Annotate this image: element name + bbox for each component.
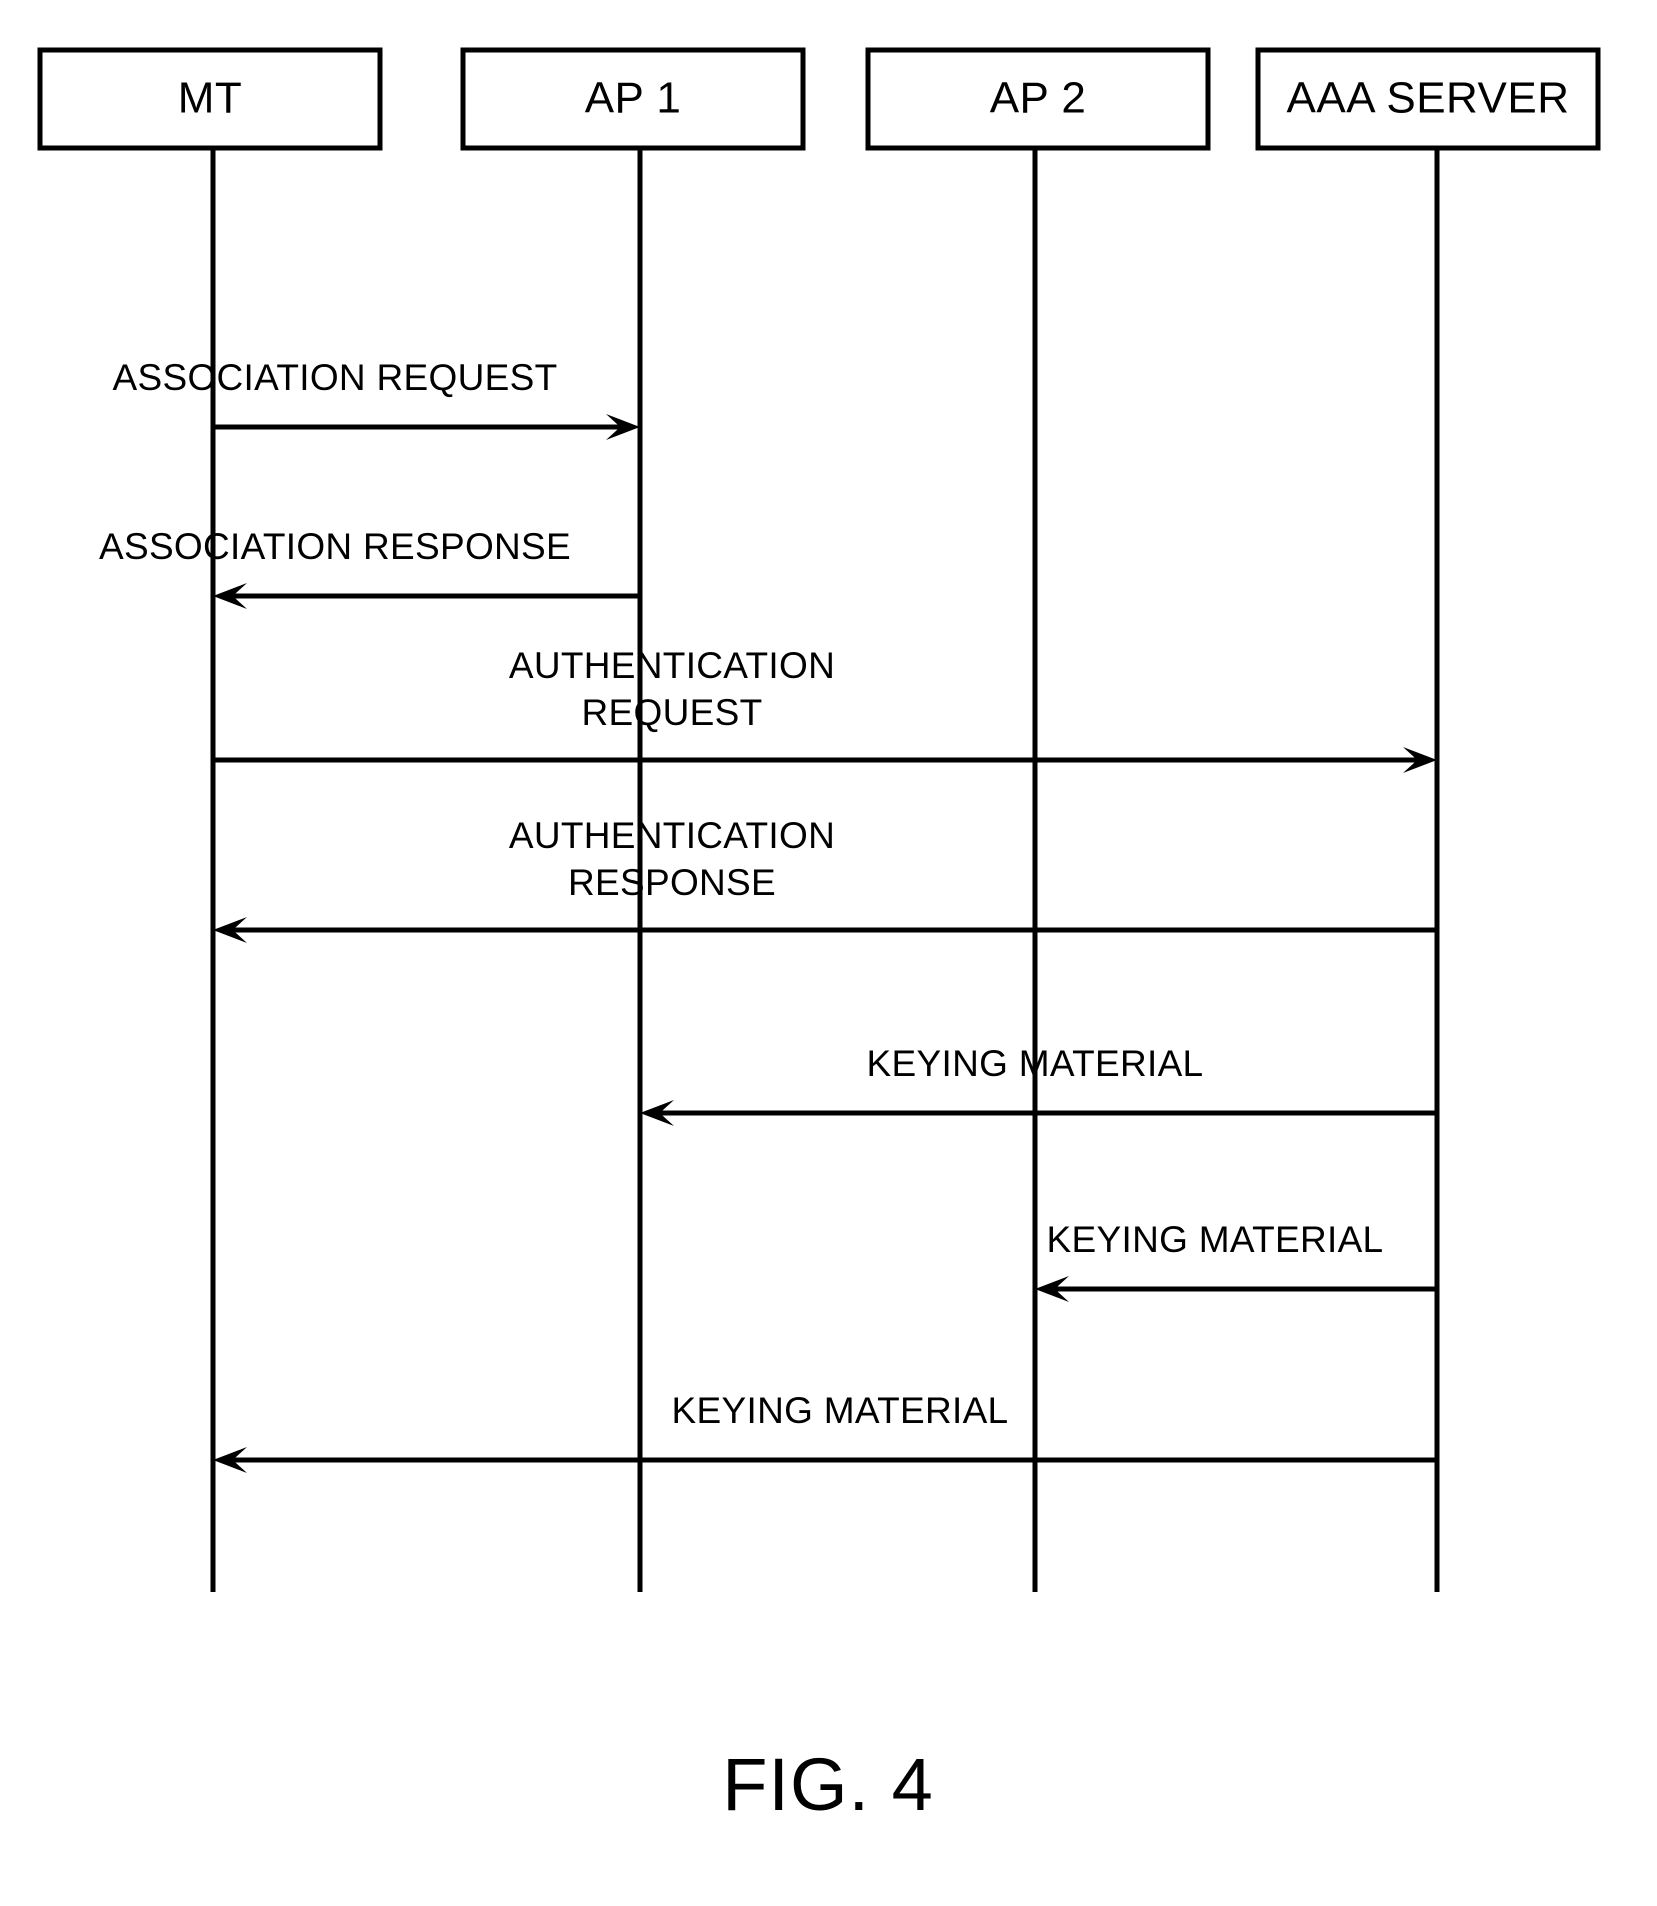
message-arrows: ASSOCIATION REQUEST ASSOCIATION RESPONSE A…: [99, 357, 1437, 1473]
lane-headers: MT AP 1 AP 2 AAA SERVER: [37, 47, 1601, 151]
lane-header-mt: MT: [37, 47, 383, 151]
message-label-authentication-response-line2: RESPONSE: [568, 862, 776, 903]
message-association-request: ASSOCIATION REQUEST: [113, 357, 640, 440]
message-label-authentication-request-line2: REQUEST: [582, 692, 763, 733]
message-label-keying-material-aaa-to-ap2: KEYING MATERIAL: [1047, 1219, 1384, 1260]
lane-label-mt: MT: [178, 74, 243, 123]
message-authentication-response: AUTHENTICATION RESPONSE: [213, 815, 1437, 943]
message-label-authentication-request-line1: AUTHENTICATION: [509, 645, 835, 686]
message-label-association-request: ASSOCIATION REQUEST: [113, 357, 558, 398]
message-association-response: ASSOCIATION RESPONSE: [99, 526, 640, 609]
sequence-diagram: MT AP 1 AP 2 AAA SERVER ASSOCIATION REQU…: [37, 47, 1601, 1826]
lane-header-ap1: AP 1: [460, 47, 806, 151]
message-authentication-request: AUTHENTICATION REQUEST: [213, 645, 1437, 773]
figure-caption: FIG. 4: [722, 1743, 934, 1826]
lane-label-aaa-server: AAA SERVER: [1287, 74, 1570, 123]
message-keying-material-aaa-to-mt: KEYING MATERIAL: [213, 1390, 1437, 1473]
message-label-keying-material-aaa-to-ap1: KEYING MATERIAL: [867, 1043, 1204, 1084]
message-label-authentication-response-line1: AUTHENTICATION: [509, 815, 835, 856]
message-label-association-response: ASSOCIATION RESPONSE: [99, 526, 571, 567]
lane-label-ap2: AP 2: [990, 74, 1087, 123]
lane-header-aaa-server: AAA SERVER: [1255, 47, 1601, 151]
lane-label-ap1: AP 1: [585, 74, 682, 123]
message-keying-material-aaa-to-ap1: KEYING MATERIAL: [640, 1043, 1437, 1126]
message-label-keying-material-aaa-to-mt: KEYING MATERIAL: [672, 1390, 1009, 1431]
message-keying-material-aaa-to-ap2: KEYING MATERIAL: [1035, 1219, 1437, 1302]
lane-header-ap2: AP 2: [865, 47, 1211, 151]
patent-figure-4: MT AP 1 AP 2 AAA SERVER ASSOCIATION REQU…: [0, 0, 1657, 1906]
